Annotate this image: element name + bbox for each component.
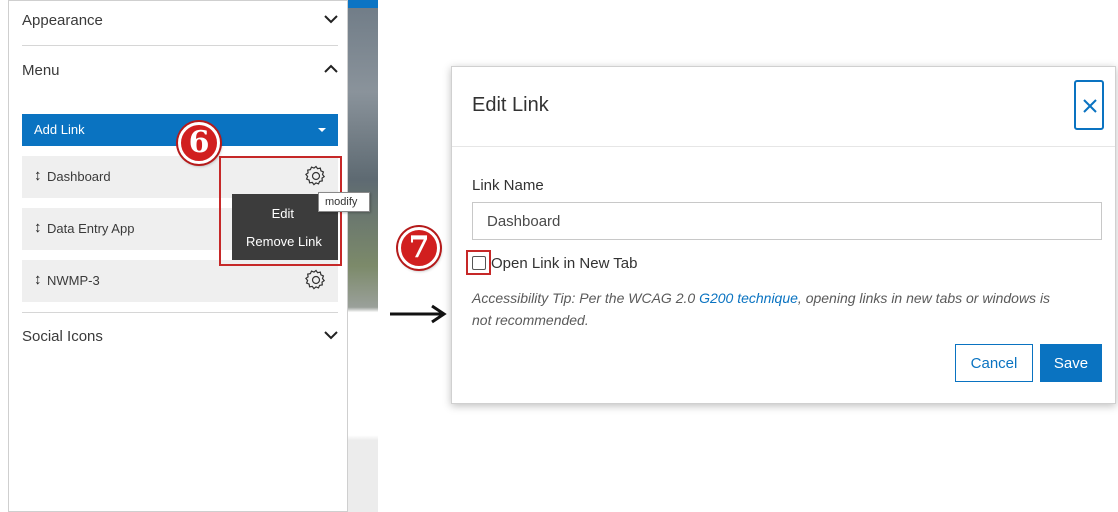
link-label: Data Entry App: [47, 221, 135, 236]
drag-handle-icon[interactable]: ↕: [34, 219, 42, 236]
section-social-icons-label: Social Icons: [22, 328, 103, 345]
highlight-box: [466, 250, 491, 275]
section-social-icons-header[interactable]: Social Icons: [22, 326, 340, 350]
step-badge-6: 6: [178, 122, 220, 164]
g200-technique-link[interactable]: G200 technique: [699, 290, 798, 306]
arrow-right-icon: [390, 304, 447, 324]
section-appearance-label: Appearance: [22, 12, 103, 29]
save-button[interactable]: Save: [1040, 344, 1102, 382]
accessibility-tip: Accessibility Tip: Per the WCAG 2.0 G200…: [472, 287, 1072, 331]
chevron-up-icon[interactable]: [324, 64, 338, 74]
link-name-label: Link Name: [472, 177, 544, 194]
link-name-input[interactable]: [472, 202, 1102, 240]
divider: [22, 312, 338, 313]
map-background: [348, 0, 378, 512]
section-appearance-header[interactable]: Appearance: [22, 10, 340, 34]
section-menu-label: Menu: [22, 62, 60, 79]
cancel-button[interactable]: Cancel: [955, 344, 1033, 382]
tooltip: modify: [318, 192, 370, 212]
map-header-strip: [348, 0, 378, 8]
close-button[interactable]: [1074, 80, 1104, 130]
drag-handle-icon[interactable]: ↕: [34, 167, 42, 184]
tip-text: Accessibility Tip: Per the WCAG 2.0: [472, 290, 700, 306]
open-new-tab-label[interactable]: Open Link in New Tab: [491, 255, 637, 272]
drag-handle-icon[interactable]: ↕: [34, 271, 42, 288]
caret-down-icon[interactable]: [318, 128, 326, 132]
dialog-title: Edit Link: [472, 94, 549, 116]
chevron-down-icon[interactable]: [324, 330, 338, 340]
close-icon: [1083, 99, 1097, 113]
gear-icon[interactable]: [304, 268, 328, 292]
link-row-nwmp-3[interactable]: ↕ NWMP-3: [22, 260, 338, 302]
link-label: NWMP-3: [47, 273, 100, 288]
chevron-down-icon[interactable]: [324, 14, 338, 24]
add-link-label: Add Link: [34, 122, 85, 137]
section-menu-header[interactable]: Menu: [22, 60, 340, 84]
link-label: Dashboard: [47, 169, 111, 184]
tooltip-text: modify: [325, 196, 358, 208]
divider: [452, 146, 1115, 147]
step-badge-7: 7: [398, 227, 440, 269]
divider: [22, 45, 338, 46]
